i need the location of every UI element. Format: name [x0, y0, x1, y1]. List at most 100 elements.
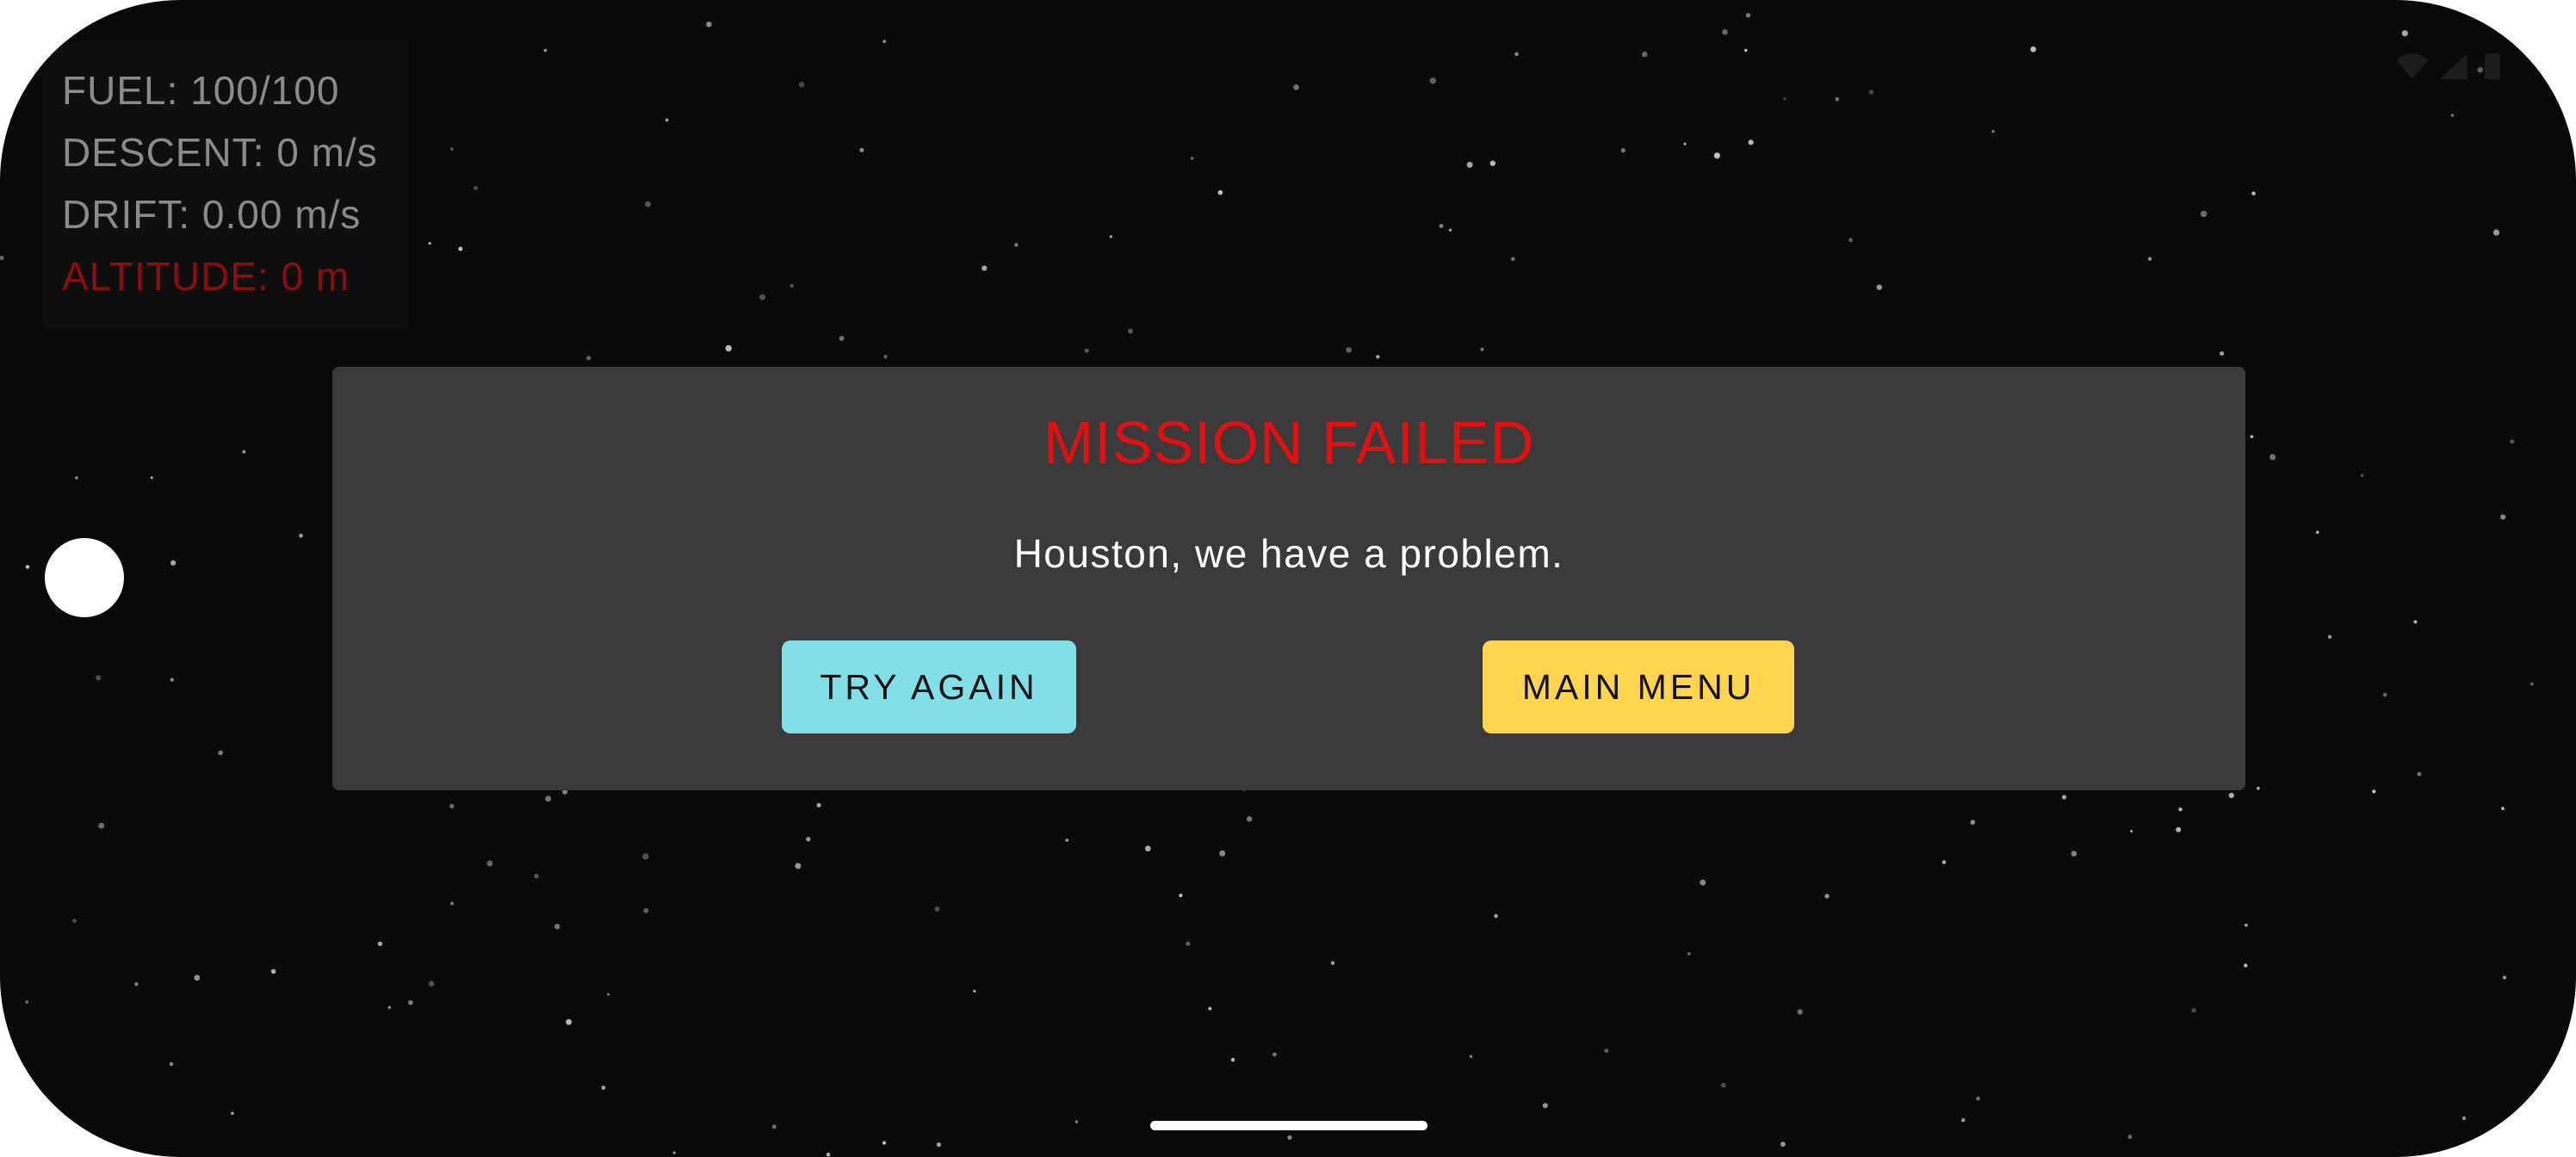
star	[1797, 1009, 1803, 1015]
star	[1346, 347, 1352, 353]
star	[795, 863, 802, 869]
star	[2200, 210, 2208, 218]
star	[1287, 1135, 1292, 1140]
star	[1074, 1120, 1079, 1123]
star	[1230, 1057, 1235, 1062]
star	[1976, 1096, 1980, 1101]
star	[1868, 90, 1874, 95]
star	[1191, 157, 1194, 160]
star	[25, 999, 29, 1004]
star	[1144, 845, 1151, 852]
star	[2191, 1008, 2196, 1013]
star	[934, 906, 940, 912]
star	[2269, 454, 2276, 461]
home-indicator[interactable]	[1150, 1121, 1427, 1130]
star	[1217, 189, 1223, 195]
star	[1713, 152, 1720, 159]
star	[2127, 1135, 2133, 1139]
star	[1494, 913, 1498, 919]
star	[1780, 1142, 1786, 1147]
star	[299, 533, 303, 538]
descent-readout: DESCENT: 0 m/s	[62, 130, 378, 175]
star	[1439, 224, 1444, 228]
star	[1542, 1103, 1548, 1109]
fuel-readout: FUEL: 100/100	[62, 68, 340, 113]
star	[450, 147, 454, 151]
drift-readout: DRIFT: 0.00 m/s	[62, 192, 362, 237]
star	[458, 246, 463, 251]
star	[2450, 114, 2455, 117]
star	[449, 803, 455, 809]
status-bar-icons	[2397, 53, 2500, 79]
star	[1466, 161, 1473, 168]
star	[2530, 682, 2534, 686]
star	[2316, 530, 2319, 535]
star	[1448, 228, 1452, 232]
star	[839, 336, 845, 341]
star	[1330, 961, 1335, 965]
star	[1469, 1055, 1473, 1058]
star	[1489, 160, 1496, 166]
star	[2130, 829, 2133, 833]
star	[1745, 13, 1751, 18]
star	[473, 185, 478, 190]
star	[2245, 923, 2248, 927]
star	[2461, 1116, 2467, 1121]
star	[1824, 894, 1830, 899]
star	[2417, 771, 2422, 776]
star	[2360, 473, 2364, 478]
main-menu-button[interactable]: MAIN MENU	[1483, 640, 1794, 733]
star	[2492, 229, 2500, 236]
star	[1109, 235, 1113, 238]
star	[1722, 29, 1728, 35]
star	[882, 40, 887, 43]
star	[270, 968, 276, 974]
star	[98, 822, 105, 829]
star	[1748, 139, 1754, 145]
star	[2501, 807, 2505, 810]
star	[450, 901, 455, 906]
altitude-readout: ALTITUDE: 0 m	[62, 254, 350, 299]
star	[883, 355, 888, 359]
star	[231, 1111, 234, 1116]
star	[2071, 851, 2078, 857]
star	[534, 874, 539, 879]
star	[725, 344, 732, 352]
star	[25, 565, 30, 569]
star	[1219, 850, 1226, 857]
star	[1186, 941, 1191, 946]
star	[601, 1086, 606, 1090]
star	[859, 147, 864, 152]
star	[2228, 792, 2234, 799]
star	[486, 860, 493, 867]
game-screen: FUEL: 100/100 DESCENT: 0 m/s DRIFT: 0.00…	[0, 0, 2576, 1157]
star	[643, 907, 649, 913]
star	[1683, 142, 1687, 145]
star	[672, 1151, 676, 1154]
star	[1247, 816, 1253, 822]
star	[1720, 1082, 1726, 1088]
star	[806, 837, 811, 842]
star	[981, 265, 988, 271]
star	[645, 201, 651, 207]
star	[428, 981, 435, 987]
star	[2220, 351, 2225, 356]
star	[1208, 1006, 1212, 1011]
mission-failed-dialog: MISSION FAILED Houston, we have a proble…	[332, 367, 2245, 790]
try-again-button[interactable]: TRY AGAIN	[782, 640, 1076, 733]
star	[169, 1061, 174, 1067]
star	[2030, 46, 2036, 53]
star	[1128, 328, 1133, 334]
star	[1604, 1049, 1609, 1054]
star	[170, 560, 176, 566]
star	[194, 974, 201, 981]
star	[377, 941, 383, 947]
star	[170, 677, 174, 682]
star	[826, 1152, 831, 1157]
star	[2251, 191, 2256, 196]
star	[1642, 51, 1648, 58]
star	[1293, 84, 1299, 90]
wifi-icon	[2397, 53, 2428, 79]
star	[1783, 97, 1786, 101]
star	[2061, 795, 2067, 800]
